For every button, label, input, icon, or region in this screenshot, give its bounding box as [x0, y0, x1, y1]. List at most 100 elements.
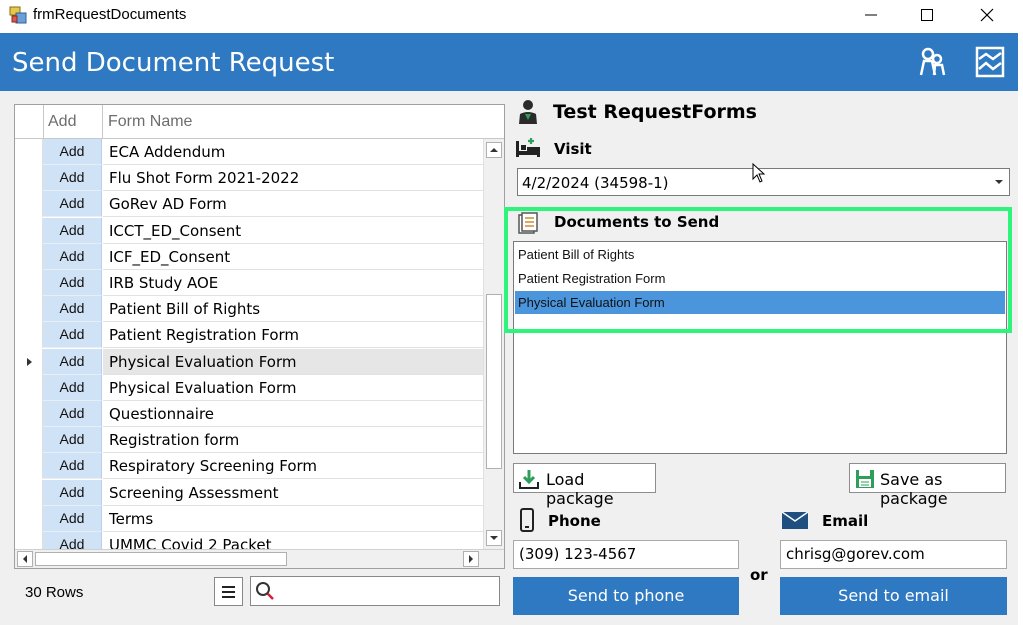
row-selector[interactable]: [15, 296, 43, 323]
scroll-up-button[interactable]: [486, 142, 502, 158]
row-selector[interactable]: [15, 348, 43, 375]
add-form-button[interactable]: Add: [43, 374, 102, 401]
form-name-cell[interactable]: Patient Bill of Rights: [103, 296, 483, 323]
table-row[interactable]: Add GoRev AD Form: [15, 191, 483, 218]
form-name-cell[interactable]: Screening Assessment: [103, 480, 483, 506]
save-package-label: Save as package: [880, 470, 948, 508]
minimize-button[interactable]: [844, 0, 900, 30]
form-name-cell[interactable]: Questionnaire: [103, 401, 483, 427]
row-selector[interactable]: [15, 453, 43, 480]
grid-header-form-name[interactable]: Form Name: [103, 105, 504, 138]
add-form-button[interactable]: Add: [43, 479, 102, 506]
row-selector[interactable]: [15, 217, 43, 244]
form-name-cell[interactable]: Physical Evaluation Form: [103, 348, 483, 375]
row-selector[interactable]: [15, 479, 43, 506]
close-button[interactable]: [960, 0, 1016, 30]
chevron-right-icon: [469, 555, 473, 563]
table-row[interactable]: Add ECA Addendum: [15, 139, 483, 165]
maximize-button[interactable]: [900, 0, 956, 30]
search-icon: [256, 582, 274, 600]
row-selector[interactable]: [15, 165, 43, 192]
add-form-button[interactable]: Add: [43, 139, 102, 165]
table-row[interactable]: Add Patient Bill of Rights: [15, 296, 483, 323]
row-selector[interactable]: [15, 401, 43, 427]
add-form-button[interactable]: Add: [43, 401, 102, 427]
patient-name: Test RequestForms: [553, 101, 757, 123]
add-form-button[interactable]: Add: [43, 243, 102, 270]
grid-search-input[interactable]: [250, 576, 500, 606]
send-to-phone-button[interactable]: Send to phone: [513, 577, 739, 615]
add-form-button[interactable]: Add: [43, 322, 102, 349]
chevron-down-icon[interactable]: [989, 169, 1009, 195]
form-name-cell[interactable]: Patient Registration Form: [103, 322, 483, 349]
form-name-cell[interactable]: GoRev AD Form: [103, 191, 483, 218]
load-package-button[interactable]: Load package: [513, 463, 656, 508]
row-selector[interactable]: [15, 427, 43, 454]
mouse-cursor-icon: [752, 163, 766, 183]
grid-vertical-scrollbar[interactable]: [483, 139, 504, 549]
add-form-button[interactable]: Add: [43, 427, 102, 454]
row-selector[interactable]: [15, 270, 43, 296]
add-form-button[interactable]: Add: [43, 191, 102, 218]
patient-icon: [519, 100, 537, 124]
add-form-button[interactable]: Add: [43, 348, 102, 375]
table-row[interactable]: Add Physical Evaluation Form: [15, 374, 483, 401]
phone-icon: [520, 508, 534, 532]
table-row[interactable]: Add Terms: [15, 505, 483, 532]
form-name-cell[interactable]: Terms: [103, 506, 483, 532]
table-row[interactable]: Add Registration form: [15, 427, 483, 454]
email-icon: [782, 512, 808, 529]
row-selector[interactable]: [15, 243, 43, 270]
row-selector[interactable]: [15, 139, 43, 165]
form-name-cell[interactable]: Physical Evaluation Form: [103, 375, 483, 401]
form-name-cell[interactable]: Registration form: [103, 427, 483, 454]
table-row[interactable]: Add ICF_ED_Consent: [15, 243, 483, 270]
hospital-bed-icon: [516, 138, 540, 157]
users-key-icon[interactable]: [915, 45, 949, 79]
table-row[interactable]: Add Flu Shot Form 2021-2022: [15, 165, 483, 192]
window-title: frmRequestDocuments: [33, 6, 187, 23]
grid-horizontal-scrollbar[interactable]: [15, 549, 504, 568]
add-form-button[interactable]: Add: [43, 217, 102, 244]
table-row[interactable]: Add Screening Assessment: [15, 479, 483, 506]
scroll-right-button[interactable]: [463, 551, 479, 567]
table-row[interactable]: Add Patient Registration Form: [15, 322, 483, 349]
table-row[interactable]: Add ICCT_ED_Consent: [15, 217, 483, 244]
add-form-button[interactable]: Add: [43, 505, 102, 532]
scroll-down-button[interactable]: [486, 530, 502, 546]
form-name-cell[interactable]: ICF_ED_Consent: [103, 244, 483, 270]
header-bar: Send Document Request: [0, 33, 1018, 91]
save-package-button[interactable]: Save as package: [849, 463, 1006, 508]
vertical-scroll-thumb[interactable]: [486, 294, 502, 469]
add-form-button[interactable]: Add: [43, 296, 102, 323]
add-form-button[interactable]: Add: [43, 453, 102, 480]
scroll-left-button[interactable]: [17, 551, 33, 567]
download-icon: [519, 470, 539, 489]
form-name-cell[interactable]: IRB Study AOE: [103, 270, 483, 296]
visit-selected-value: 4/2/2024 (34598-1): [522, 174, 669, 192]
grid-header-add[interactable]: Add: [44, 105, 103, 138]
add-form-button[interactable]: Add: [43, 270, 102, 296]
row-selector[interactable]: [15, 374, 43, 401]
email-input[interactable]: chrisg@gorev.com: [780, 540, 1007, 569]
close-icon: [980, 8, 994, 22]
form-name-cell[interactable]: Respiratory Screening Form: [103, 453, 483, 480]
send-to-email-button[interactable]: Send to email: [780, 577, 1007, 615]
table-row[interactable]: Add Respiratory Screening Form: [15, 453, 483, 480]
maximize-icon: [921, 9, 933, 21]
form-name-cell[interactable]: ECA Addendum: [103, 139, 483, 165]
form-name-cell[interactable]: Flu Shot Form 2021-2022: [103, 165, 483, 192]
row-selector[interactable]: [15, 322, 43, 349]
add-form-button[interactable]: Add: [43, 165, 102, 192]
grid-menu-button[interactable]: [214, 577, 243, 606]
horizontal-scroll-thumb[interactable]: [35, 552, 287, 566]
form-name-cell[interactable]: ICCT_ED_Consent: [103, 218, 483, 244]
table-row[interactable]: Add Physical Evaluation Form: [15, 348, 483, 375]
row-selector[interactable]: [15, 191, 43, 218]
chevron-up-icon: [490, 148, 498, 152]
row-selector[interactable]: [15, 505, 43, 532]
phone-input[interactable]: (309) 123-4567: [513, 540, 739, 569]
table-row[interactable]: Add Questionnaire: [15, 401, 483, 427]
table-row[interactable]: Add IRB Study AOE: [15, 270, 483, 296]
chart-report-icon[interactable]: [973, 45, 1007, 79]
